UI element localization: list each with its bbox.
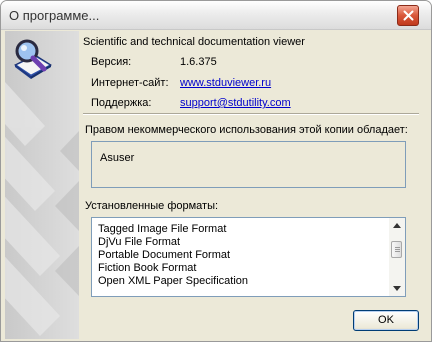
dialog-client: Scientific and technical documentation v… xyxy=(5,31,427,339)
window-title: О программе... xyxy=(9,8,100,23)
license-owner-box: Asuser xyxy=(91,141,406,188)
formats-scrollbar[interactable] xyxy=(389,218,405,296)
thumb-grip xyxy=(395,251,400,252)
thumb-grip xyxy=(395,247,400,248)
magnifier-book-icon xyxy=(14,39,52,79)
license-owner-name: Asuser xyxy=(100,152,135,164)
close-icon xyxy=(403,10,414,21)
version-label: Версия: xyxy=(91,56,132,68)
scroll-thumb[interactable] xyxy=(391,241,402,258)
version-value: 1.6.375 xyxy=(180,56,217,68)
license-caption: Правом некоммерческого использования это… xyxy=(85,124,408,136)
decorative-side-panel xyxy=(5,31,79,339)
close-button[interactable] xyxy=(397,5,419,26)
formats-caption: Установленные форматы: xyxy=(85,200,219,212)
about-dialog: О программе... Scientific and technical … xyxy=(0,0,432,342)
title-bar[interactable]: О программе... xyxy=(1,1,431,30)
separator-line xyxy=(83,113,419,115)
scroll-up-arrow-icon[interactable] xyxy=(393,222,401,228)
app-name: Scientific and technical documentation v… xyxy=(83,36,305,48)
website-link[interactable]: www.stduviewer.ru xyxy=(180,77,271,89)
format-item: DjVu File Format xyxy=(98,236,181,248)
support-email-link[interactable]: support@stdutility.com xyxy=(180,97,291,109)
format-item: Tagged Image File Format xyxy=(98,223,227,235)
formats-list-box[interactable]: Tagged Image File Format DjVu File Forma… xyxy=(91,217,406,297)
ok-button[interactable]: OK xyxy=(353,310,419,331)
dialog-content: Scientific and technical documentation v… xyxy=(79,31,427,339)
format-item: Portable Document Format xyxy=(98,249,231,261)
scroll-down-arrow-icon[interactable] xyxy=(393,286,401,292)
website-label: Интернет-сайт: xyxy=(91,77,169,89)
format-item: Fiction Book Format xyxy=(98,262,197,274)
thumb-grip xyxy=(395,249,400,250)
formats-list: Tagged Image File Format DjVu File Forma… xyxy=(98,223,248,288)
format-item: Open XML Paper Specification xyxy=(98,275,249,287)
support-label: Поддержка: xyxy=(91,97,152,109)
